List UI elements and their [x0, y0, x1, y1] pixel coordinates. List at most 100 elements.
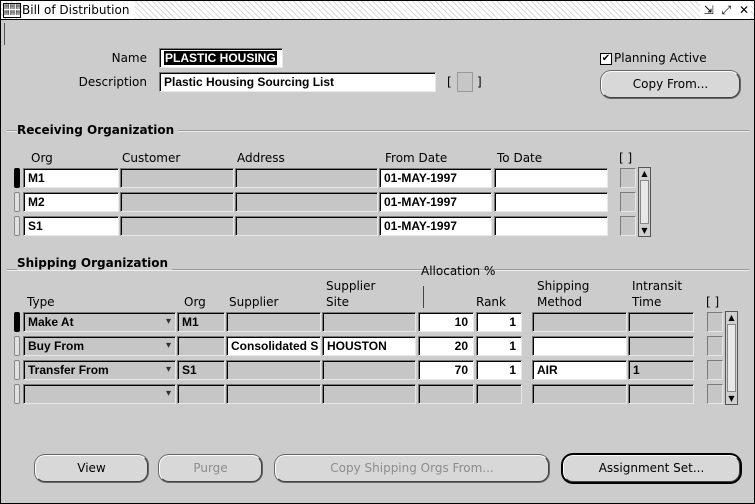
recv-to-date-cell[interactable] — [494, 168, 608, 188]
ship-site-cell[interactable]: HOUSTON — [322, 336, 416, 356]
scroll-up-icon[interactable]: ▲ — [639, 168, 650, 179]
ship-row-indicator[interactable] — [14, 312, 20, 332]
ship-row-indicator[interactable] — [14, 360, 20, 380]
ship-type-select[interactable]: Transfer From — [23, 360, 176, 380]
ship-type-select[interactable]: Make At — [23, 312, 176, 332]
recv-customer-cell[interactable] — [120, 216, 234, 236]
recv-flex-cell[interactable] — [620, 168, 636, 188]
name-label: Name — [111, 51, 147, 65]
recv-address-cell[interactable] — [235, 192, 378, 212]
recv-to-date-cell[interactable] — [494, 216, 608, 236]
ship-flex-cell[interactable] — [707, 360, 723, 380]
recv-org-cell[interactable]: S1 — [23, 216, 119, 236]
receiving-group-title: Receiving Organization — [17, 123, 179, 137]
ship-allocation-cell[interactable] — [418, 384, 474, 404]
ship-org-cell[interactable] — [177, 384, 225, 404]
title-bar[interactable]: ▤▤▤ ▤▤▤ Bill of Distribution ⇲ ⤢ ✕ — [1, 1, 754, 20]
ship-supplier-cell[interactable] — [226, 312, 321, 332]
allocation-separator — [423, 286, 424, 308]
recv-org-cell[interactable]: M1 — [23, 168, 119, 188]
view-button[interactable]: View — [35, 455, 148, 482]
ship-allocation-cell[interactable]: 70 — [418, 360, 474, 380]
ship-org-cell[interactable] — [177, 336, 225, 356]
recv-row-indicator[interactable] — [14, 216, 20, 236]
scroll-down-icon[interactable]: ▼ — [639, 225, 650, 236]
recv-col-to-date: To Date — [497, 151, 543, 165]
ship-intransit-cell[interactable] — [628, 384, 694, 404]
recv-from-date-cell[interactable]: 01-MAY-1997 — [379, 192, 492, 212]
ship-scrollbar[interactable]: ▲ ▼ — [725, 311, 738, 405]
ship-supplier-cell[interactable]: Consolidated S — [226, 336, 321, 356]
ship-site-cell[interactable] — [322, 312, 416, 332]
recv-row-indicator[interactable] — [14, 168, 20, 188]
desc-flex-close: ] — [477, 75, 482, 89]
ship-type-select[interactable]: Buy From — [23, 336, 176, 356]
scroll-thumb[interactable] — [640, 180, 649, 224]
app-icon: ▤▤▤ ▤▤▤ — [3, 3, 21, 18]
ship-flex-cell[interactable] — [707, 312, 723, 332]
ship-method-cell[interactable] — [532, 336, 627, 356]
name-field[interactable]: PLASTIC HOUSING — [159, 48, 283, 68]
ship-flex-cell[interactable] — [707, 336, 723, 356]
ship-method-cell[interactable] — [532, 312, 627, 332]
ship-site-cell[interactable] — [322, 384, 416, 404]
ship-allocation-cell[interactable]: 10 — [418, 312, 474, 332]
ship-method-cell[interactable] — [532, 384, 627, 404]
recv-scrollbar[interactable]: ▲ ▼ — [638, 167, 651, 237]
recv-flex-cell[interactable] — [620, 216, 636, 236]
recv-org-cell[interactable]: M2 — [23, 192, 119, 212]
ship-type-select[interactable] — [23, 384, 176, 404]
assignment-set-button[interactable]: Assignment Set... — [563, 455, 740, 482]
ship-row-indicator[interactable] — [14, 384, 20, 404]
ship-flex-cell[interactable] — [707, 384, 723, 404]
window-controls[interactable]: ⇲ ⤢ ✕ — [699, 1, 751, 19]
scroll-up-icon[interactable]: ▲ — [726, 312, 737, 323]
ship-supplier-cell[interactable] — [226, 384, 321, 404]
ship-rank-cell[interactable] — [476, 384, 522, 404]
window-title: Bill of Distribution — [22, 1, 136, 19]
recv-col-from-date: From Date — [385, 151, 448, 165]
copy-shipping-orgs-button[interactable]: Copy Shipping Orgs From... — [275, 455, 549, 482]
ship-col-supplier: Supplier — [229, 295, 279, 309]
ship-col-allocation: Allocation % — [421, 264, 496, 278]
recv-flex-cell[interactable] — [620, 192, 636, 212]
recv-from-date-cell[interactable]: 01-MAY-1997 — [379, 168, 492, 188]
ship-intransit-cell[interactable]: 1 — [628, 360, 694, 380]
recv-customer-cell[interactable] — [120, 192, 234, 212]
desc-flex-open: [ — [447, 75, 452, 89]
ship-org-cell[interactable]: S1 — [177, 360, 225, 380]
descriptive-flexfield[interactable] — [457, 72, 473, 92]
recv-col-address: Address — [237, 151, 285, 165]
scroll-thumb[interactable] — [727, 324, 736, 392]
ship-row-indicator[interactable] — [14, 336, 20, 356]
copy-from-button[interactable]: Copy From... — [601, 71, 740, 98]
recv-row-indicator[interactable] — [14, 192, 20, 212]
ship-method-cell[interactable]: AIR — [532, 360, 627, 380]
ship-intransit-cell[interactable] — [628, 336, 694, 356]
purge-button[interactable]: Purge — [159, 455, 262, 482]
ship-intransit-cell[interactable] — [628, 312, 694, 332]
ship-allocation-cell[interactable]: 20 — [418, 336, 474, 356]
scroll-down-icon[interactable]: ▼ — [726, 393, 737, 404]
ship-col-intransit-1: Intransit — [632, 279, 683, 293]
ship-col-method-2: Method — [537, 295, 583, 309]
ship-site-cell[interactable] — [322, 360, 416, 380]
recv-from-date-cell[interactable]: 01-MAY-1997 — [379, 216, 492, 236]
ship-col-flex: [ ] — [706, 295, 720, 309]
ship-org-cell[interactable]: M1 — [177, 312, 225, 332]
recv-col-flex: [ ] — [619, 151, 633, 165]
ship-rank-cell[interactable]: 1 — [476, 336, 522, 356]
recv-address-cell[interactable] — [235, 168, 378, 188]
description-field[interactable]: Plastic Housing Sourcing List — [159, 72, 436, 92]
shipping-group-title: Shipping Organization — [17, 256, 173, 270]
ship-rank-cell[interactable]: 1 — [476, 312, 522, 332]
planning-active-label: Planning Active — [614, 51, 707, 65]
ship-supplier-cell[interactable] — [226, 360, 321, 380]
name-value: PLASTIC HOUSING — [164, 51, 277, 65]
recv-customer-cell[interactable] — [120, 168, 234, 188]
ship-rank-cell[interactable]: 1 — [476, 360, 522, 380]
planning-active-checkbox[interactable]: ✔ — [600, 53, 612, 65]
recv-to-date-cell[interactable] — [494, 192, 608, 212]
recv-address-cell[interactable] — [235, 216, 378, 236]
ship-col-supplier-site-1: Supplier — [326, 279, 376, 293]
